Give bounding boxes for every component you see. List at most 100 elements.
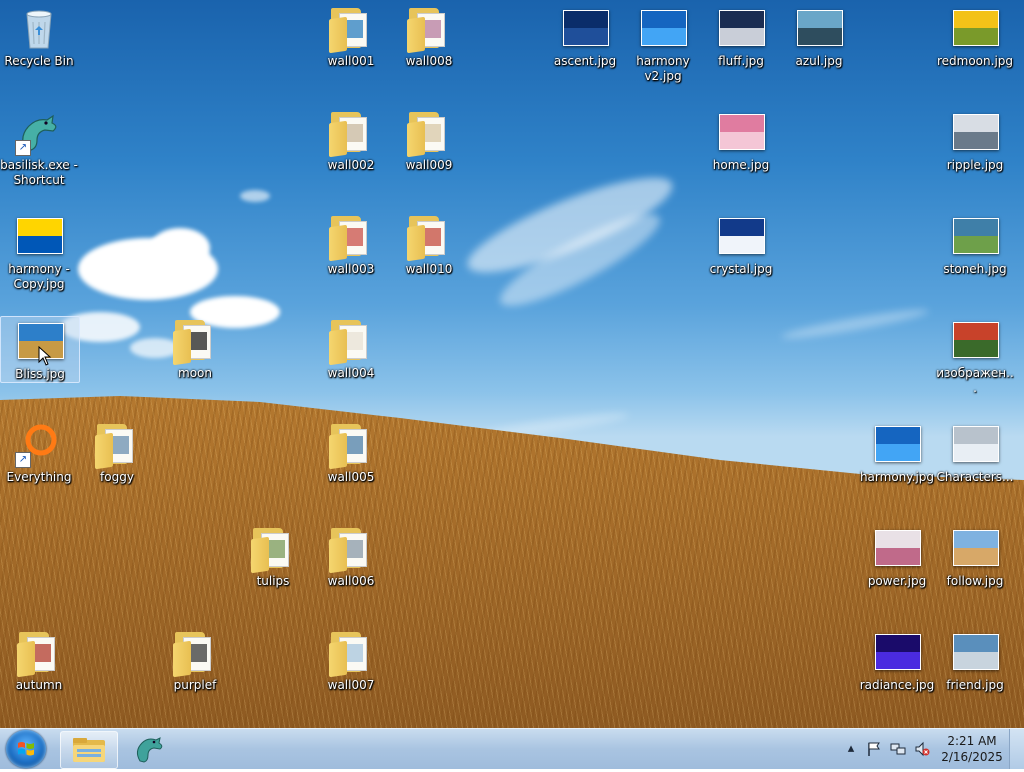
desktop-icon-label: Everything (6, 470, 72, 484)
desktop-icon-fluff-jpg[interactable]: fluff.jpg (702, 4, 780, 69)
desktop-icon-friend-jpg[interactable]: friend.jpg (936, 628, 1014, 693)
image-thumbnail-icon (951, 4, 999, 52)
image-thumbnail-icon (717, 212, 765, 260)
desktop-icon-home-jpg[interactable]: home.jpg (702, 108, 780, 173)
desktop-icon-label: tulips (256, 574, 290, 588)
desktop-icon-redmoon-jpg[interactable]: redmoon.jpg (936, 4, 1014, 69)
show-desktop-button[interactable] (1009, 729, 1024, 769)
desktop-icon-wall004[interactable]: wall004 (312, 316, 390, 381)
desktop-icon-label: autumn (15, 678, 63, 692)
desktop-icon-crystal-jpg[interactable]: crystal.jpg (702, 212, 780, 277)
image-thumbnail-icon (639, 4, 687, 52)
desktop-icon-everything[interactable]: ↗ Everything (0, 420, 78, 485)
folder-icon (73, 738, 105, 762)
taskbar-explorer-button[interactable] (60, 731, 118, 769)
desktop-icon-label: ascent.jpg (553, 54, 617, 68)
desktop-icon-wall009[interactable]: wall009 (390, 108, 468, 173)
clock-date: 2/16/2025 (941, 750, 1003, 764)
desktop-icon-recycle-bin[interactable]: Recycle Bin (0, 4, 78, 69)
desktop-icon-label: crystal.jpg (709, 262, 773, 276)
start-button[interactable] (6, 730, 46, 768)
desktop-icon-label: basilisk.exe - Shortcut (0, 158, 78, 187)
desktop-icon-label: follow.jpg (946, 574, 1004, 588)
folder-icon (15, 628, 63, 678)
sky-cloud (240, 190, 270, 202)
desktop-icon-foggy[interactable]: foggy (78, 420, 156, 485)
desktop-icon-harmony-jpg[interactable]: harmony.jpg (858, 420, 936, 485)
image-thumbnail-icon (873, 524, 921, 572)
desktop-icon-label: wall010 (405, 262, 453, 276)
folder-icon (405, 108, 453, 158)
desktop-icon-label: power.jpg (867, 574, 927, 588)
image-thumbnail-icon (873, 628, 921, 676)
desktop-icon-azul-jpg[interactable]: azul.jpg (780, 4, 858, 69)
desktop-icon-tulips[interactable]: tulips (234, 524, 312, 589)
desktop-icon-wall010[interactable]: wall010 (390, 212, 468, 277)
wheat-field (0, 396, 1024, 728)
action-center-flag-icon[interactable] (866, 741, 882, 757)
desktop-icon-stoneh-jpg[interactable]: stoneh.jpg (936, 212, 1014, 277)
desktop-icon-label: wall003 (327, 262, 375, 276)
network-icon[interactable] (890, 741, 906, 757)
desktop-icon-wall008[interactable]: wall008 (390, 4, 468, 69)
desktop-icon-label: wall004 (327, 366, 375, 380)
shortcut-arrow-icon: ↗ (15, 140, 31, 156)
desktop-icon-label: изображен... (936, 366, 1014, 395)
desktop-icon-label: Characters... (936, 470, 1014, 484)
show-hidden-icons-button[interactable]: ▴ (843, 741, 859, 757)
desktop-icon-ripple-jpg[interactable]: ripple.jpg (936, 108, 1014, 173)
desktop-icon-label: harmony.jpg (859, 470, 935, 484)
folder-icon (405, 4, 453, 54)
desktop-icon-label: stoneh.jpg (943, 262, 1007, 276)
desktop-icon-moon[interactable]: moon (156, 316, 234, 381)
desktop-icon-label: foggy (100, 470, 134, 484)
volume-muted-icon[interactable] (914, 741, 930, 757)
recycle-bin-icon (15, 4, 63, 52)
folder-icon (171, 316, 219, 366)
desktop-icon-label: fluff.jpg (718, 54, 764, 68)
desktop-icon-label: harmony - Copy.jpg (8, 262, 70, 291)
image-thumbnail-icon (717, 108, 765, 156)
basilisk-icon (136, 737, 163, 763)
desktop-icon-follow-jpg[interactable]: follow.jpg (936, 524, 1014, 589)
desktop-icon-wall005[interactable]: wall005 (312, 420, 390, 485)
image-thumbnail-icon (15, 212, 63, 260)
desktop[interactable]: Recycle Bin ↗ basilisk.exe - Shortcut ha… (0, 0, 1024, 728)
image-thumbnail-icon (951, 420, 999, 468)
desktop-icon-wall002[interactable]: wall002 (312, 108, 390, 173)
desktop-icon-ascent-jpg[interactable]: ascent.jpg (546, 4, 624, 69)
desktop-icon-harmony-v2-jpg[interactable]: harmony v2.jpg (624, 4, 702, 84)
desktop-icon-label: moon (178, 366, 212, 380)
basilisk-shortcut-icon: ↗ (15, 108, 63, 156)
desktop-icon-label: Recycle Bin (4, 54, 74, 68)
image-thumbnail-icon (795, 4, 843, 52)
folder-icon (327, 4, 375, 54)
desktop-icon-radiance-jpg[interactable]: radiance.jpg (858, 628, 936, 693)
desktop-icon-wall003[interactable]: wall003 (312, 212, 390, 277)
shortcut-arrow-icon: ↗ (15, 452, 31, 468)
desktop-icon-label: Bliss.jpg (15, 367, 65, 381)
desktop-icon-label: radiance.jpg (859, 678, 935, 692)
desktop-icon-label: harmony v2.jpg (636, 54, 690, 83)
image-thumbnail-icon (951, 108, 999, 156)
image-thumbnail-icon (951, 524, 999, 572)
desktop-icon-wall006[interactable]: wall006 (312, 524, 390, 589)
desktop-icon-изображен[interactable]: изображен... (936, 316, 1014, 396)
desktop-icon-label: home.jpg (712, 158, 770, 172)
sky-streak (780, 305, 930, 343)
desktop-icon-characters[interactable]: Characters... (936, 420, 1014, 485)
desktop-icon-label: ripple.jpg (946, 158, 1004, 172)
clock[interactable]: 2:21 AM 2/16/2025 (930, 733, 1014, 765)
desktop-icon-autumn[interactable]: autumn (0, 628, 78, 693)
desktop-icon-label: wall006 (327, 574, 375, 588)
desktop-icon-harmony-copy-jpg[interactable]: harmony - Copy.jpg (0, 212, 78, 292)
taskbar-basilisk-button[interactable] (120, 731, 176, 767)
desktop-icon-power-jpg[interactable]: power.jpg (858, 524, 936, 589)
image-thumbnail-icon (951, 316, 999, 364)
desktop-icon-wall001[interactable]: wall001 (312, 4, 390, 69)
image-thumbnail-icon (717, 4, 765, 52)
desktop-icon-basilisk-exe-shortcut[interactable]: ↗ basilisk.exe - Shortcut (0, 108, 78, 188)
folder-icon (327, 628, 375, 678)
desktop-icon-purplef[interactable]: purplef (156, 628, 234, 693)
desktop-icon-wall007[interactable]: wall007 (312, 628, 390, 693)
